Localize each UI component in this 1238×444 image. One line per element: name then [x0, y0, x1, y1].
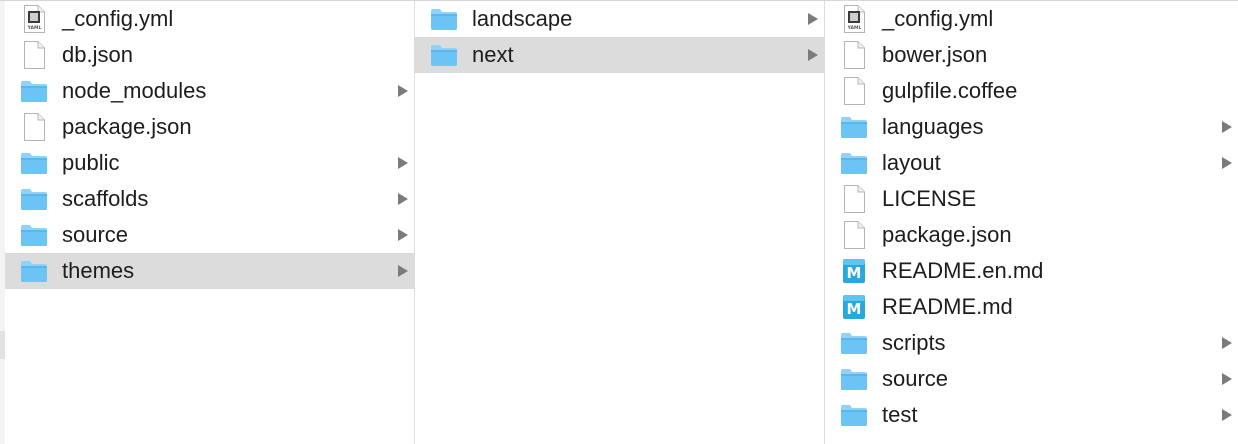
folder-row-scripts[interactable]: scripts	[825, 325, 1238, 361]
chevron-right-icon	[1222, 337, 1232, 349]
item-label: scaffolds	[62, 186, 149, 211]
folder-row-node-modules[interactable]: node_modules	[5, 73, 414, 109]
document-icon	[839, 76, 869, 106]
column-themes[interactable]: landscape next	[415, 1, 825, 444]
document-icon	[839, 184, 869, 214]
yaml-file-icon: YAML	[19, 4, 49, 34]
item-label: db.json	[62, 42, 133, 67]
folder-row-test[interactable]: test	[825, 397, 1238, 433]
file-row-license[interactable]: LICENSE	[825, 181, 1238, 217]
folder-icon	[19, 184, 49, 214]
file-row-db-json[interactable]: db.json	[5, 37, 414, 73]
file-row-package-json[interactable]: package.json	[5, 109, 414, 145]
markdown-file-icon: M	[839, 256, 869, 286]
folder-icon	[429, 40, 459, 70]
item-label: languages	[882, 114, 984, 139]
folder-icon	[429, 4, 459, 34]
document-icon	[19, 112, 49, 142]
item-label: next	[472, 42, 514, 67]
folder-icon	[839, 148, 869, 178]
folder-row-source[interactable]: source	[825, 361, 1238, 397]
folder-row-source[interactable]: source	[5, 217, 414, 253]
item-label: node_modules	[62, 78, 207, 103]
folder-icon	[839, 328, 869, 358]
column-root[interactable]: YAML _config.yml db.json node_modulespackag…	[5, 1, 415, 444]
item-label: source	[62, 222, 129, 247]
chevron-right-icon	[398, 157, 408, 169]
folder-icon	[19, 220, 49, 250]
file-row-package-json[interactable]: package.json	[825, 217, 1238, 253]
folder-row-themes[interactable]: themes	[5, 253, 414, 289]
markdown-file-icon: M	[839, 292, 869, 322]
chevron-right-icon	[1222, 409, 1232, 421]
item-label: bower.json	[882, 42, 988, 67]
folder-icon	[19, 256, 49, 286]
markdown-badge-text: M	[847, 300, 862, 318]
folder-row-languages[interactable]: languages	[825, 109, 1238, 145]
folder-row-scaffolds[interactable]: scaffolds	[5, 181, 414, 217]
chevron-right-icon	[398, 265, 408, 277]
finder-column-browser: YAML _config.yml db.json node_modulespackag…	[0, 0, 1238, 444]
file-row-bower-json[interactable]: bower.json	[825, 37, 1238, 73]
chevron-right-icon	[398, 85, 408, 97]
item-label: _config.yml	[882, 6, 994, 31]
folder-row-next[interactable]: next	[415, 37, 824, 73]
item-label: LICENSE	[882, 186, 977, 211]
yaml-file-icon: YAML	[839, 4, 869, 34]
document-icon	[839, 220, 869, 250]
document-icon	[19, 40, 49, 70]
item-label: themes	[62, 258, 135, 283]
folder-icon	[839, 364, 869, 394]
item-label: _config.yml	[62, 6, 174, 31]
folder-row-layout[interactable]: layout	[825, 145, 1238, 181]
chevron-right-icon	[398, 229, 408, 241]
chevron-right-icon	[808, 49, 818, 61]
file-row-config-yml[interactable]: YAML _config.yml	[5, 1, 414, 37]
item-label: scripts	[882, 330, 946, 355]
yaml-badge-text: YAML	[847, 25, 862, 31]
folder-row-public[interactable]: public	[5, 145, 414, 181]
chevron-right-icon	[1222, 121, 1232, 133]
item-label: landscape	[472, 6, 573, 31]
yaml-badge-text: YAML	[27, 25, 42, 31]
folder-icon	[839, 112, 869, 142]
chevron-right-icon	[398, 193, 408, 205]
markdown-badge-text: M	[847, 264, 862, 282]
chevron-right-icon	[1222, 373, 1232, 385]
item-label: source	[882, 366, 949, 391]
item-label: package.json	[882, 222, 1012, 247]
item-label: test	[882, 402, 918, 427]
item-label: layout	[882, 150, 941, 175]
item-label: public	[62, 150, 120, 175]
item-label: gulpfile.coffee	[882, 78, 1018, 103]
file-row-config-yml[interactable]: YAML _config.yml	[825, 1, 1238, 37]
item-label: package.json	[62, 114, 192, 139]
file-row-gulpfile-coffee[interactable]: gulpfile.coffee	[825, 73, 1238, 109]
chevron-right-icon	[1222, 157, 1232, 169]
chevron-right-icon	[808, 13, 818, 25]
file-row-readme-md[interactable]: M README.md	[825, 289, 1238, 325]
folder-icon	[19, 76, 49, 106]
item-label: README.en.md	[882, 258, 1044, 283]
folder-icon	[19, 148, 49, 178]
document-icon	[839, 40, 869, 70]
item-label: README.md	[882, 294, 1013, 319]
folder-icon	[839, 400, 869, 430]
column-next[interactable]: YAML _config.yml bower.json gulpfile.coffee…	[825, 1, 1238, 444]
folder-row-landscape[interactable]: landscape	[415, 1, 824, 37]
file-row-readme-en-md[interactable]: M README.en.md	[825, 253, 1238, 289]
